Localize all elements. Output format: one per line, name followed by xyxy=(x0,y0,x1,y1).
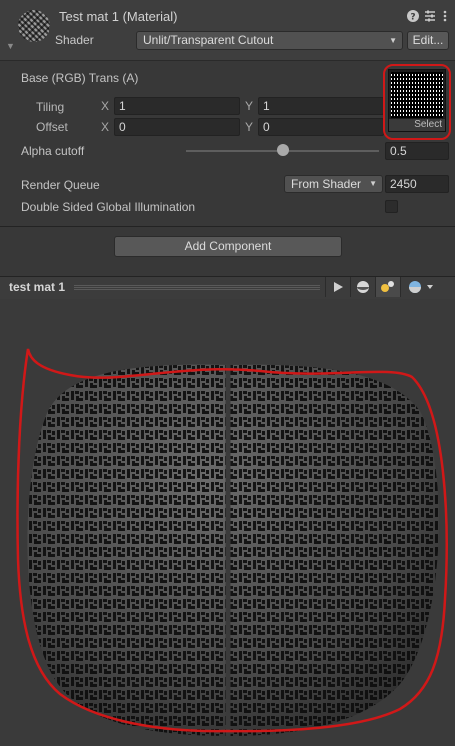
base-texture-label: Base (RGB) Trans (A) xyxy=(21,71,139,85)
play-icon[interactable] xyxy=(325,277,350,297)
offset-y-label: Y xyxy=(245,120,254,134)
sphere-icon[interactable] xyxy=(350,277,375,297)
help-icon[interactable]: ? xyxy=(406,9,420,23)
edit-shader-button[interactable]: Edit... xyxy=(407,31,449,50)
light-icon[interactable] xyxy=(375,277,400,297)
preview-title: test mat 1 xyxy=(9,280,66,294)
tiling-x-field[interactable]: 1 xyxy=(114,97,240,115)
annotation-circle-texture xyxy=(383,64,451,140)
offset-x-label: X xyxy=(101,120,110,134)
tiling-label: Tiling xyxy=(36,100,65,114)
render-queue-mode: From Shader xyxy=(291,177,362,191)
material-thumbnail xyxy=(18,10,50,42)
add-component-button[interactable]: Add Component xyxy=(114,236,342,257)
shader-dropdown[interactable]: Unlit/Transparent Cutout ▼ xyxy=(136,31,403,50)
more-icon[interactable] xyxy=(440,9,454,23)
skybox-icon[interactable] xyxy=(400,277,439,297)
shader-label: Shader xyxy=(55,33,94,47)
shader-value: Unlit/Transparent Cutout xyxy=(143,33,274,47)
chevron-down-icon: ▼ xyxy=(369,179,377,188)
tiling-y-label: Y xyxy=(245,99,254,113)
offset-y-field[interactable]: 0 xyxy=(258,118,384,136)
render-queue-field[interactable]: 2450 xyxy=(385,175,449,193)
tiling-x-label: X xyxy=(101,99,110,113)
offset-x-field[interactable]: 0 xyxy=(114,118,240,136)
material-preview-area[interactable] xyxy=(0,299,455,746)
preset-icon[interactable] xyxy=(423,9,437,23)
chevron-down-icon: ▼ xyxy=(389,36,397,45)
preview-resize-grip[interactable] xyxy=(74,285,320,290)
svg-text:?: ? xyxy=(410,13,415,23)
render-queue-dropdown[interactable]: From Shader ▼ xyxy=(284,175,383,193)
offset-label: Offset xyxy=(36,120,68,134)
material-title: Test mat 1 (Material) xyxy=(59,9,178,24)
foldout-arrow-icon[interactable]: ▼ xyxy=(6,41,15,51)
double-sided-gi-checkbox[interactable] xyxy=(385,200,398,213)
render-queue-label: Render Queue xyxy=(21,178,100,192)
double-sided-gi-label: Double Sided Global Illumination xyxy=(21,200,196,214)
alpha-cutoff-field[interactable]: 0.5 xyxy=(385,142,449,160)
divider xyxy=(0,226,455,227)
alpha-cutoff-label: Alpha cutoff xyxy=(21,144,85,158)
preview-sphere xyxy=(27,364,439,737)
tiling-y-field[interactable]: 1 xyxy=(258,97,384,115)
alpha-cutoff-slider-thumb[interactable] xyxy=(276,144,289,156)
